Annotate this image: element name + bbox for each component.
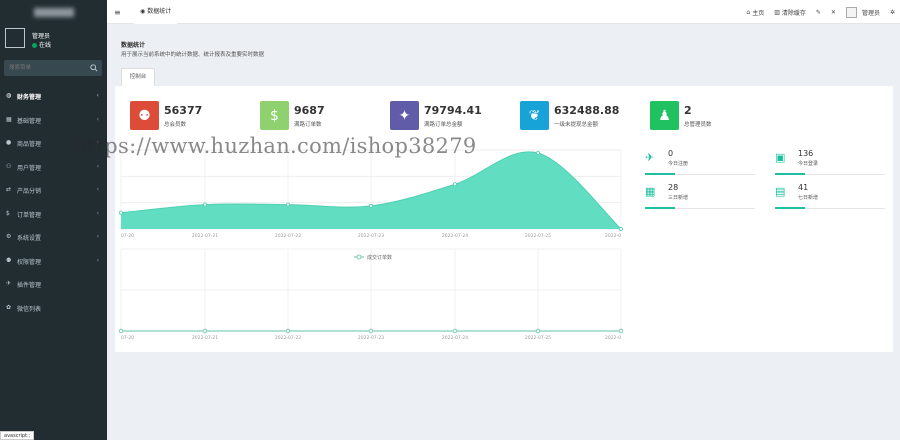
x-tick-label: 2022-07-21	[192, 233, 218, 239]
x-tick-label: 2022-07-22	[275, 233, 301, 239]
data-point	[536, 150, 541, 155]
data-point	[535, 328, 541, 334]
data-point	[452, 182, 457, 187]
x-tick-label: 07-20	[121, 335, 134, 341]
data-point	[368, 328, 374, 334]
data-point	[285, 202, 290, 207]
data-point	[285, 328, 291, 334]
x-tick-label: 2022-0	[605, 335, 621, 341]
x-tick-label: 2022-07-24	[442, 335, 468, 341]
data-point	[202, 328, 208, 334]
data-point	[619, 226, 624, 231]
x-tick-label: 2022-07-24	[442, 233, 468, 239]
data-point	[119, 210, 124, 215]
x-tick-label: 2022-07-25	[525, 233, 551, 239]
area-chart: 07-20 2022-07-21 2022-07-22 2022-07-23 2022-…	[118, 149, 624, 341]
data-point	[202, 202, 207, 207]
data-point	[368, 203, 373, 208]
x-tick-label: 07-20	[121, 233, 134, 239]
legend-marker	[356, 254, 362, 260]
x-tick-label: 2022-07-23	[358, 335, 384, 341]
x-tick-label: 2022-0	[605, 233, 621, 239]
x-tick-label: 2022-07-25	[525, 335, 551, 341]
data-point	[452, 328, 458, 334]
data-point	[618, 328, 624, 334]
data-point	[118, 328, 124, 334]
legend-label: 成交订单数	[367, 254, 392, 261]
x-tick-label: 2022-07-22	[275, 335, 301, 341]
x-tick-label: 2022-07-21	[192, 335, 218, 341]
watermark-text: https://www.huzhan.com/ishop38279	[73, 134, 477, 158]
x-tick-label: 2022-07-23	[358, 233, 384, 239]
